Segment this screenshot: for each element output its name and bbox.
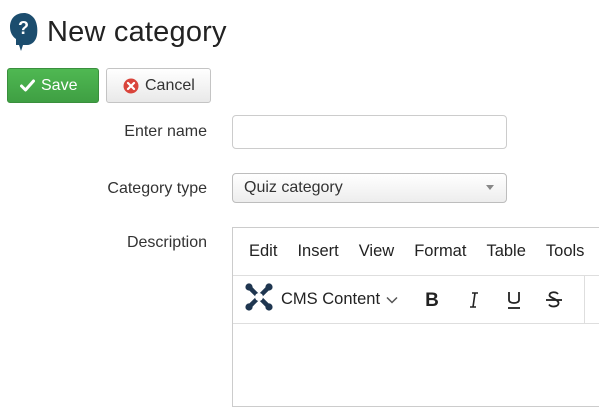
page-header: ? New category [9,10,227,54]
menu-format[interactable]: Format [414,242,466,261]
editor-format-toolbar: CMS Content B [233,276,599,324]
menu-tools[interactable]: Tools [546,242,585,261]
chevron-down-icon [386,296,398,304]
save-button[interactable]: Save [7,68,99,103]
italic-icon[interactable] [464,288,484,312]
editor-menubar: Edit Insert View Format Table Tools [233,228,599,276]
menu-view[interactable]: View [359,242,394,261]
strikethrough-icon[interactable] [544,288,564,312]
joomla-icon [243,281,275,318]
cancel-circle-icon [123,78,139,94]
toolbar-divider [584,275,585,323]
name-input[interactable] [232,115,507,149]
page-title: New category [47,15,227,48]
underline-icon[interactable] [504,288,524,312]
category-type-value: Quiz category [244,179,343,196]
cms-content-dropdown[interactable]: CMS Content [243,281,398,318]
menu-edit[interactable]: Edit [249,242,277,261]
cancel-button-label: Cancel [145,76,195,94]
menu-table[interactable]: Table [486,242,525,261]
cms-content-label: CMS Content [281,290,381,308]
svg-text:?: ? [18,18,29,38]
description-editor: Edit Insert View Format Table Tools CMS … [232,227,599,407]
description-label: Description [126,234,207,251]
svg-text:B: B [425,291,439,309]
cancel-button[interactable]: Cancel [106,68,211,103]
category-type-select[interactable]: Quiz category [232,173,507,203]
bold-icon[interactable]: B [422,288,442,312]
menu-insert[interactable]: Insert [297,242,338,261]
category-type-label: Category type [107,180,207,197]
help-head-icon: ? [10,13,38,51]
save-button-label: Save [41,76,78,94]
caret-down-icon [486,185,494,190]
check-icon [20,79,35,92]
action-toolbar: Save Cancel [7,68,211,103]
name-label: Enter name [124,123,207,140]
